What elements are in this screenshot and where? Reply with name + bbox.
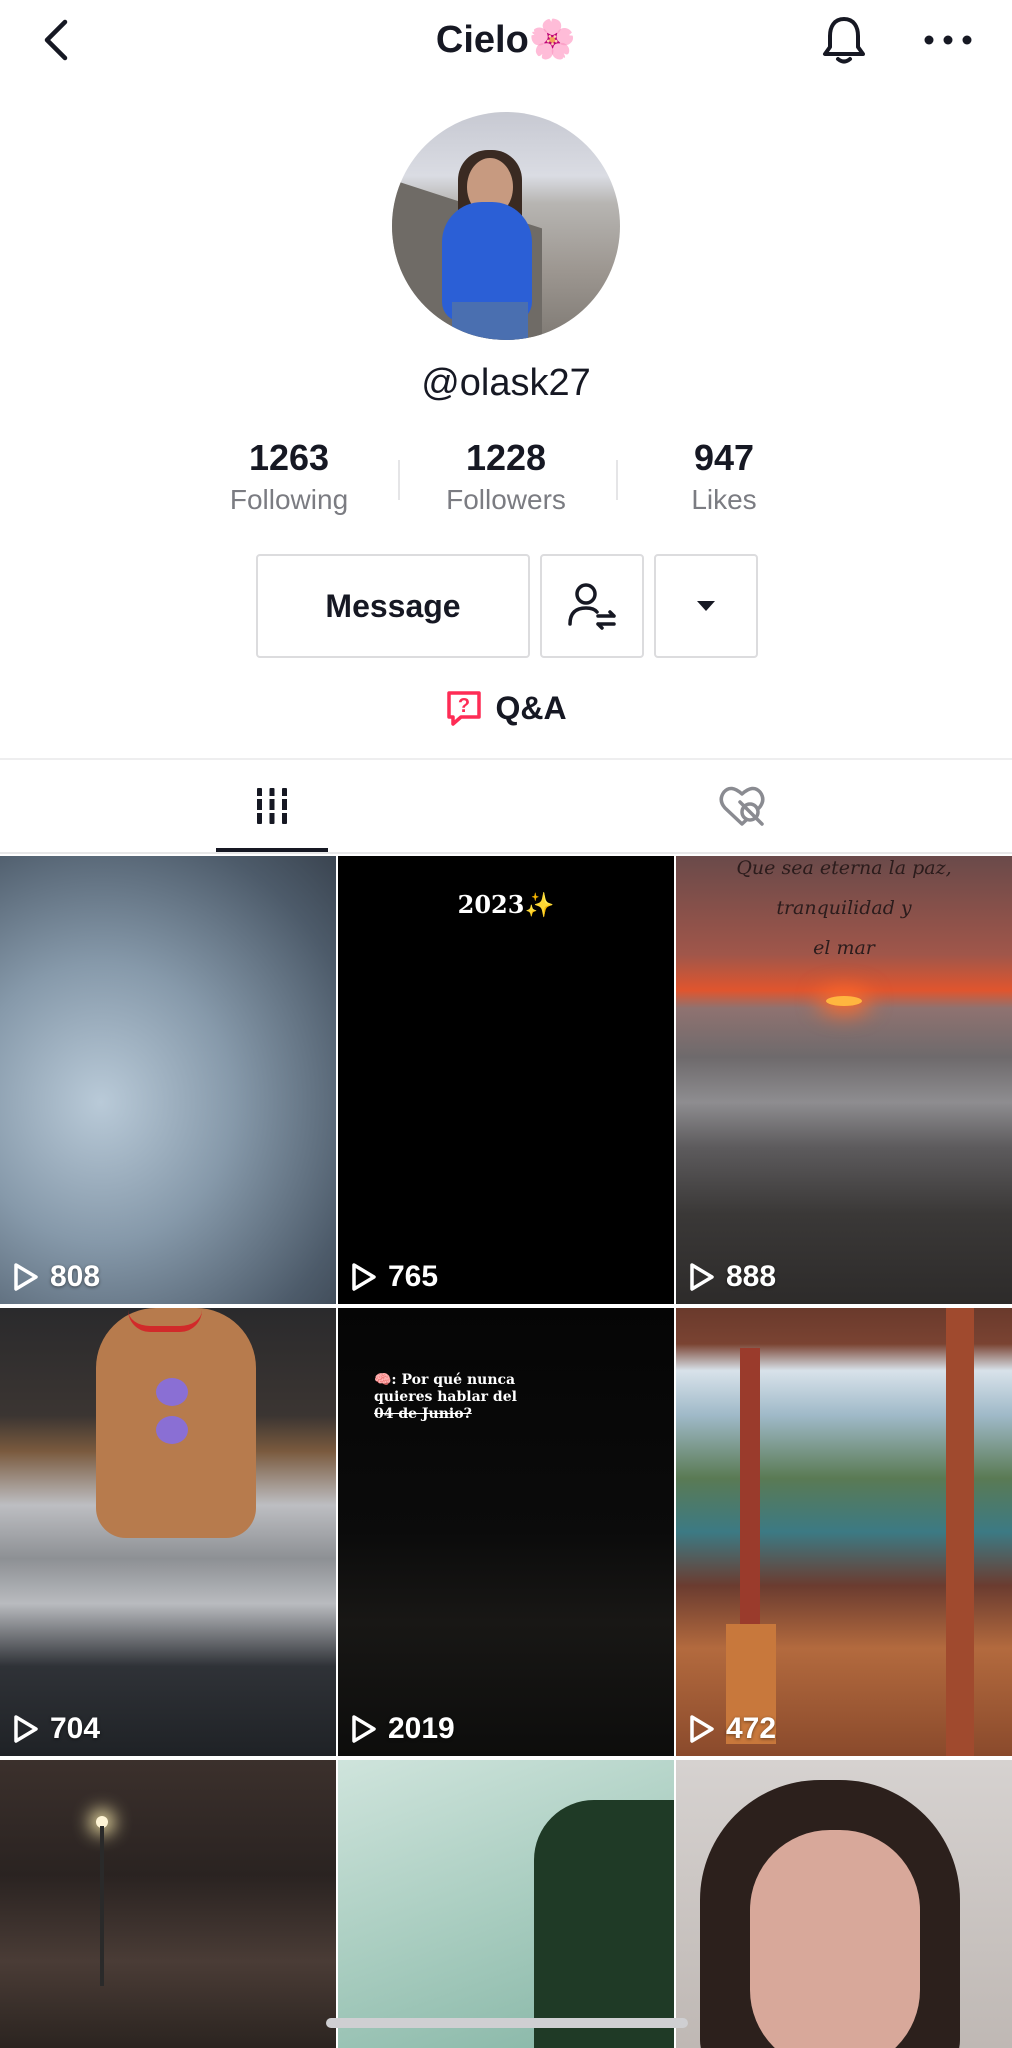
gingerbread-smile xyxy=(128,1310,202,1332)
play-outline-icon xyxy=(14,1263,38,1291)
svg-text:?: ? xyxy=(458,695,470,717)
suggested-accounts-button[interactable] xyxy=(654,554,758,658)
video-thumbnail[interactable] xyxy=(338,1760,674,2048)
video-thumbnail[interactable]: 704 xyxy=(0,1308,336,1756)
more-options-button[interactable] xyxy=(920,16,976,64)
following-status-button[interactable] xyxy=(540,554,644,658)
play-outline-icon xyxy=(690,1263,714,1291)
username: @olask27 xyxy=(421,362,591,404)
tabs-divider xyxy=(0,852,1012,854)
overlay-line: 🧠: Por qué nunca xyxy=(374,1372,516,1388)
view-count-value: 888 xyxy=(726,1260,777,1293)
likes-label: Likes xyxy=(691,484,757,515)
followers-label: Followers xyxy=(446,484,566,515)
following-count: 1263 xyxy=(248,437,330,478)
video-overlay-text: 2023✨ xyxy=(457,890,555,919)
video-overlay-text: Que sea eterna la paz, tranquilidad y el… xyxy=(676,856,1012,968)
profile-stats: 1263 Following 1228 Followers 947 Likes xyxy=(0,436,1012,526)
section-divider xyxy=(0,758,1012,760)
view-count-value: 765 xyxy=(388,1260,439,1293)
overlay-line: el mar xyxy=(813,937,875,959)
video-thumbnail[interactable]: 808 xyxy=(0,856,336,1304)
view-count: 2019 xyxy=(350,1712,455,1746)
video-thumbnail[interactable] xyxy=(0,1760,336,2048)
bell-icon xyxy=(823,17,865,64)
liked-hidden-icon xyxy=(719,786,765,826)
play-outline-icon xyxy=(14,1715,38,1743)
home-indicator[interactable] xyxy=(326,2018,688,2028)
stat-following[interactable]: 1263 Following xyxy=(184,436,394,520)
followers-count: 1228 xyxy=(465,437,547,478)
stat-divider xyxy=(616,460,618,500)
overlay-line: quieres hablar del xyxy=(374,1389,517,1405)
video-thumbnail[interactable]: 2023✨ 765 xyxy=(338,856,674,1304)
view-count: 888 xyxy=(688,1260,776,1294)
tab-liked-videos[interactable] xyxy=(686,760,798,852)
tab-videos[interactable] xyxy=(216,760,328,852)
more-horizontal-icon xyxy=(924,35,972,45)
top-bar: Cielo🌸 xyxy=(0,0,1012,84)
video-grid: 808 2023✨ 765 Que sea eterna la paz, tra… xyxy=(0,856,1012,2048)
view-count: 704 xyxy=(12,1712,100,1746)
user-following-icon xyxy=(568,583,616,630)
stat-divider xyxy=(398,460,400,500)
overlay-line: Que sea eterna la paz, xyxy=(736,857,952,879)
video-thumbnail[interactable]: 🧠: Por qué nunca quieres hablar del 04 d… xyxy=(338,1308,674,1756)
following-label: Following xyxy=(229,484,349,515)
video-thumbnail[interactable]: Que sea eterna la paz, tranquilidad y el… xyxy=(676,856,1012,1304)
caret-down-icon xyxy=(697,601,715,611)
play-outline-icon xyxy=(352,1715,376,1743)
view-count-value: 704 xyxy=(50,1712,101,1745)
view-count: 765 xyxy=(350,1260,438,1294)
view-count: 808 xyxy=(12,1260,100,1294)
grid-icon xyxy=(254,788,290,824)
video-thumbnail[interactable]: 472 xyxy=(676,1308,1012,1756)
view-count-value: 2019 xyxy=(388,1712,455,1745)
avatar-skirt xyxy=(452,302,528,340)
view-count-value: 472 xyxy=(726,1712,777,1745)
face xyxy=(750,1830,920,2048)
lamp-post xyxy=(100,1826,104,1986)
stat-likes[interactable]: 947 Likes xyxy=(619,436,829,520)
notifications-button[interactable] xyxy=(816,12,872,68)
profile-actions: Message xyxy=(0,554,1012,658)
likes-count: 947 xyxy=(693,437,755,478)
profile-avatar[interactable] xyxy=(392,112,620,340)
stat-followers[interactable]: 1228 Followers xyxy=(401,436,611,520)
sunset-sun xyxy=(826,996,862,1006)
view-count: 472 xyxy=(688,1712,776,1746)
video-thumbnail[interactable] xyxy=(676,1760,1012,2048)
porch-post xyxy=(946,1308,974,1756)
question-bubble-icon: ? xyxy=(447,691,482,726)
qa-label: Q&A xyxy=(495,690,567,726)
play-outline-icon xyxy=(352,1263,376,1291)
gingerbread-button xyxy=(156,1416,188,1444)
message-button[interactable]: Message xyxy=(256,554,530,658)
overlay-line: 04 de Junio? xyxy=(374,1406,472,1422)
qa-link[interactable]: ? Q&A xyxy=(0,688,1012,728)
view-count-value: 808 xyxy=(50,1260,101,1293)
video-overlay-text: 🧠: Por qué nunca quieres hablar del 04 d… xyxy=(374,1372,534,1423)
tree-silhouette xyxy=(534,1800,674,2048)
overlay-line: tranquilidad y xyxy=(776,897,912,919)
play-outline-icon xyxy=(690,1715,714,1743)
gingerbread-button xyxy=(156,1378,188,1406)
